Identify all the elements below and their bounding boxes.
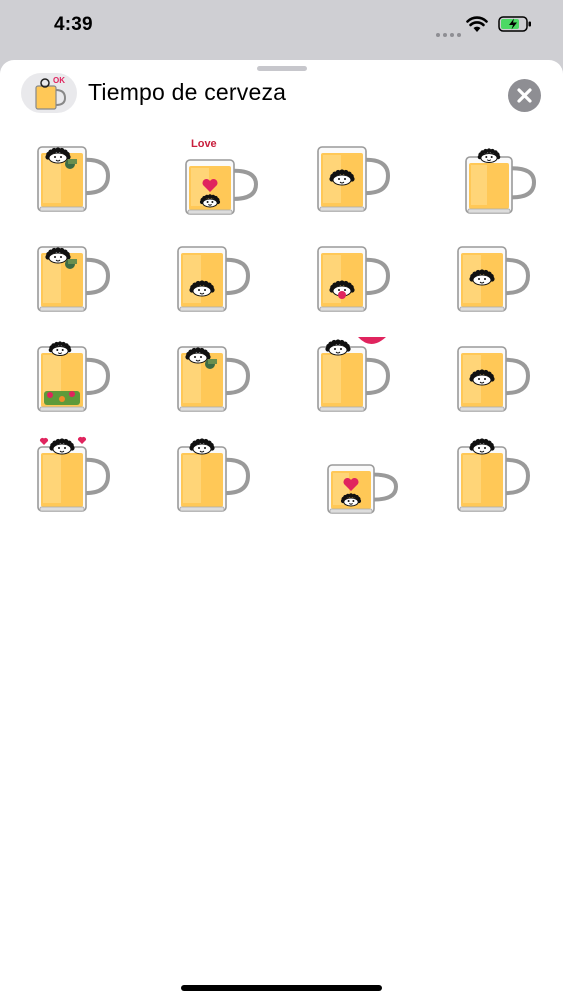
beer-mug-sticker-image — [317, 146, 391, 212]
sticker-5[interactable] — [16, 235, 126, 335]
beer-mug-sticker-image — [37, 436, 111, 512]
sheet-title: Tiempo de cerveza — [88, 79, 287, 105]
beer-mug-sticker-image — [465, 148, 537, 214]
sheet-grabber[interactable] — [257, 66, 307, 71]
beer-mug-sticker-image — [457, 438, 531, 512]
beer-mug-sticker-image — [37, 341, 111, 412]
beer-mug-sticker-image — [177, 438, 251, 512]
battery-charging-icon — [498, 16, 532, 32]
sticker-6[interactable] — [156, 235, 266, 335]
close-icon — [517, 88, 532, 103]
sticker-12[interactable] — [436, 335, 546, 435]
wifi-icon — [466, 15, 488, 33]
sticker-4[interactable] — [436, 135, 546, 235]
sticker-16[interactable] — [436, 435, 546, 535]
beer-mug-sticker-image — [317, 337, 391, 412]
app-icon-badge: OK — [53, 76, 65, 85]
beer-mug-sticker-image — [177, 246, 251, 312]
beer-mug-sticker-image — [457, 346, 531, 412]
sticker-2[interactable]: Love — [156, 135, 266, 235]
status-time: 4:39 — [54, 14, 93, 35]
sticker-11[interactable] — [296, 335, 406, 435]
sticker-3[interactable] — [296, 135, 406, 235]
sticker-7[interactable] — [296, 235, 406, 335]
sticker-sheet: OK Tiempo de cerveza Love — [0, 60, 563, 1000]
beer-mug-ok-icon: OK — [21, 73, 77, 113]
home-indicator[interactable] — [181, 985, 382, 991]
beer-mug-sticker-image — [317, 246, 391, 312]
status-bar: 4:39 — [0, 0, 563, 52]
sticker-13[interactable] — [16, 435, 126, 535]
beer-mug-sticker-image: Love — [185, 138, 259, 215]
sticker-10[interactable] — [156, 335, 266, 435]
sticker-14[interactable] — [156, 435, 266, 535]
beer-mug-sticker-image — [457, 246, 531, 312]
signal-dots-icon — [436, 24, 464, 42]
close-button[interactable] — [508, 79, 541, 112]
sticker-love-text: Love — [191, 138, 217, 150]
sticker-1[interactable] — [16, 135, 126, 235]
sticker-9[interactable] — [16, 335, 126, 435]
sticker-15[interactable] — [296, 435, 406, 535]
beer-mug-sticker-image — [177, 346, 251, 412]
sticker-8[interactable] — [436, 235, 546, 335]
beer-mug-sticker-image — [37, 146, 111, 212]
beer-mug-sticker-image — [37, 246, 111, 312]
beer-mug-sticker-image — [327, 464, 399, 514]
